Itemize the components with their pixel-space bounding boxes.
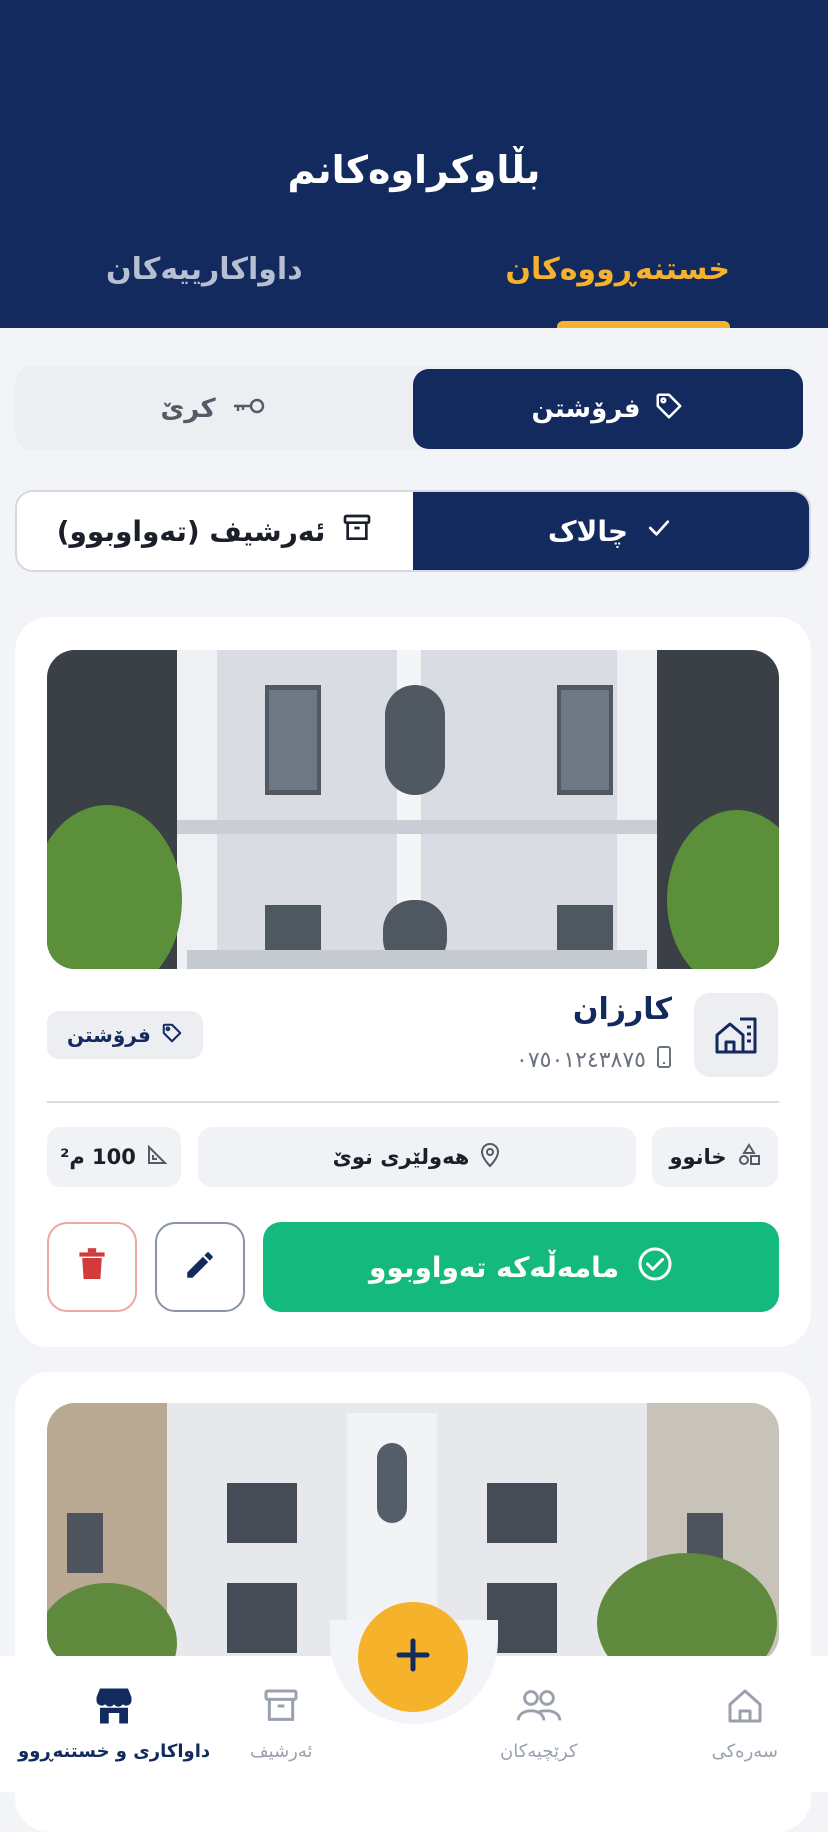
add-listing-button[interactable]: [358, 1602, 468, 1712]
archive-icon: [341, 512, 373, 551]
property-photo[interactable]: [47, 650, 779, 969]
pencil-icon: [183, 1248, 217, 1286]
trash-icon: [78, 1248, 106, 1286]
edit-button[interactable]: [155, 1222, 245, 1312]
nav-label-archive: ئەرشیف: [250, 1741, 313, 1762]
building-icon: [694, 993, 778, 1077]
plus-icon: [393, 1635, 433, 1679]
nav-item-archive[interactable]: ئەرشیف: [250, 1686, 313, 1762]
phone-icon: [656, 1045, 672, 1075]
phone-number: ٠٧٥٠١٢٤٣٨٧٥: [516, 1047, 646, 1073]
tag-icon: [654, 391, 684, 428]
tag-icon: [161, 1022, 183, 1049]
active-filter-label: چالاک: [547, 514, 629, 548]
nav-item-tenants[interactable]: کرێچیەکان: [500, 1686, 577, 1762]
active-filter-button[interactable]: چالاک: [413, 492, 809, 570]
divider: [47, 1101, 779, 1103]
nav-item-requests-offers[interactable]: داواکاری و خستنەڕوو: [18, 1686, 210, 1762]
location-label: هەولێری نوێ: [332, 1145, 470, 1169]
sale-filter-label: فرۆشتن: [531, 394, 641, 424]
ruler-icon: [146, 1144, 168, 1171]
nav-label-requests-offers: داواکاری و خستنەڕوو: [18, 1741, 211, 1762]
people-icon: [515, 1686, 563, 1731]
owner-name: کارزان: [572, 992, 672, 1027]
sale-filter-button[interactable]: فرۆشتن: [413, 369, 803, 449]
nav-item-home[interactable]: سەرەکی: [712, 1686, 778, 1762]
key-icon: [230, 394, 266, 425]
tab-active-indicator: [557, 321, 730, 328]
location-pin-icon: [479, 1142, 501, 1173]
deal-type-badge: فرۆشتن: [47, 1011, 203, 1059]
check-circle-icon: [637, 1246, 673, 1289]
deal-type-label: فرۆشتن: [67, 1023, 151, 1047]
property-type-chip: خانوو: [652, 1127, 778, 1187]
area-chip: 100 م²: [47, 1127, 181, 1187]
area-label: 100 م²: [60, 1145, 136, 1169]
deal-completed-button[interactable]: مامەڵەکە تەواوبوو: [263, 1222, 779, 1312]
phone-row: ٠٧٥٠١٢٤٣٨٧٥: [516, 1045, 672, 1075]
property-type-label: خانوو: [669, 1145, 727, 1169]
rent-filter-label: کرێ: [160, 394, 216, 424]
check-icon: [644, 513, 674, 550]
shapes-icon: [737, 1142, 761, 1172]
rent-filter-button[interactable]: کرێ: [15, 369, 411, 449]
location-chip: هەولێری نوێ: [198, 1127, 636, 1187]
tab-requests[interactable]: داواکارییەکان: [106, 252, 303, 287]
page-title: بڵاوکراوەکانم: [287, 148, 541, 192]
status-segment: چالاک ئەرشیف (تەواوبوو): [15, 490, 811, 572]
store-icon: [93, 1686, 135, 1731]
archive-filter-button[interactable]: ئەرشیف (تەواوبوو): [17, 492, 413, 570]
archive-filter-label: ئەرشیف (تەواوبوو): [56, 514, 326, 548]
archive-icon: [261, 1686, 301, 1731]
nav-label-home: سەرەکی: [711, 1741, 778, 1762]
tab-offers[interactable]: خستنەڕووەکان: [505, 252, 730, 287]
deal-completed-label: مامەڵەکە تەواوبوو: [368, 1250, 620, 1284]
nav-label-tenants: کرێچیەکان: [500, 1741, 578, 1762]
home-icon: [725, 1686, 765, 1731]
delete-button[interactable]: [47, 1222, 137, 1312]
